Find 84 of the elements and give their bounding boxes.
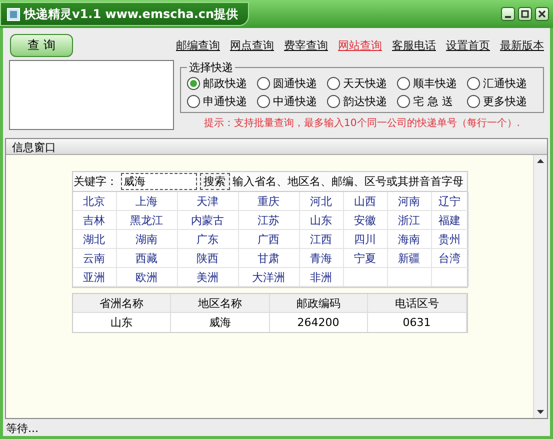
- region-link[interactable]: 欧洲: [116, 268, 178, 287]
- region-link[interactable]: 福建: [432, 211, 468, 230]
- region-link[interactable]: 西藏: [116, 249, 178, 268]
- minimize-button[interactable]: [501, 7, 515, 21]
- courier-radio[interactable]: 申通快递: [187, 94, 257, 109]
- region-link[interactable]: 宁夏: [344, 249, 388, 268]
- nav-link[interactable]: 网点查询: [230, 38, 274, 52]
- region-link[interactable]: 新疆: [388, 249, 432, 268]
- region-link[interactable]: 陕西: [178, 249, 238, 268]
- query-button[interactable]: 查 询: [10, 34, 73, 56]
- tracking-number-field[interactable]: [9, 60, 174, 130]
- region-link[interactable]: 天津: [178, 192, 238, 211]
- nav-link[interactable]: 客服电话: [392, 38, 436, 52]
- window-title: 快递精灵v1.1 www.emscha.cn提供: [24, 6, 238, 22]
- region-link[interactable]: 山东: [300, 211, 344, 230]
- column-header: 电话区号: [368, 294, 466, 313]
- region-link[interactable]: 湖南: [116, 230, 178, 249]
- region-link[interactable]: 山西: [344, 192, 388, 211]
- region-link[interactable]: 云南: [72, 249, 116, 268]
- region-link[interactable]: 河南: [388, 192, 432, 211]
- nav-link[interactable]: 最新版本: [500, 38, 544, 52]
- region-link[interactable]: 湖北: [72, 230, 116, 249]
- nav-link[interactable]: 设置首页: [446, 38, 490, 52]
- region-link[interactable]: 甘肃: [238, 249, 300, 268]
- hint-text: 提示：支持批量查询，最多输入10个同一公司的快递单号（每行一个）.: [203, 116, 521, 130]
- region-link[interactable]: 河北: [300, 192, 344, 211]
- region-link[interactable]: 台湾: [432, 249, 468, 268]
- region-link[interactable]: 辽宁: [432, 192, 468, 211]
- region-link[interactable]: 海南: [388, 230, 432, 249]
- courier-radio[interactable]: 宅 急 送: [397, 94, 467, 109]
- column-header: 地区名称: [171, 294, 270, 313]
- keyword-label: 关键字：: [74, 174, 118, 189]
- keyword-field[interactable]: 威海: [120, 173, 196, 190]
- table-cell: 威海: [171, 313, 270, 332]
- courier-radio[interactable]: 更多快递: [467, 94, 537, 109]
- region-link[interactable]: 青海: [300, 249, 344, 268]
- column-header: 省洲名称: [72, 294, 171, 313]
- region-link[interactable]: 北京: [72, 192, 116, 211]
- group-title: 选择快递: [188, 60, 234, 75]
- courier-radio[interactable]: 韵达快递: [327, 94, 397, 109]
- status-text: 等待...: [5, 421, 40, 436]
- region-link[interactable]: 内蒙古: [178, 211, 238, 230]
- region-link[interactable]: 贵州: [432, 230, 468, 249]
- courier-radio[interactable]: 中通快递: [257, 94, 327, 109]
- maximize-button[interactable]: [518, 7, 532, 21]
- region-link[interactable]: 安徽: [344, 211, 388, 230]
- app-icon: [7, 8, 20, 20]
- empty-cell: [388, 268, 432, 287]
- region-link[interactable]: 大洋洲: [238, 268, 300, 287]
- table-cell: 山东: [72, 313, 171, 332]
- close-button[interactable]: [535, 7, 549, 21]
- column-header: 邮政编码: [270, 294, 368, 313]
- region-link[interactable]: 非洲: [300, 268, 344, 287]
- nav-link[interactable]: 费宰查询: [284, 38, 328, 52]
- courier-radio[interactable]: 天天快递: [327, 76, 397, 91]
- scroll-up-icon[interactable]: [537, 159, 544, 163]
- table-cell: 0631: [368, 313, 466, 332]
- nav-link[interactable]: 邮编查询: [176, 38, 220, 52]
- search-help-text: 输入省名、地区名、邮编、区号或其拼音首字母: [232, 174, 464, 189]
- region-link[interactable]: 广东: [178, 230, 238, 249]
- region-link[interactable]: 重庆: [238, 192, 300, 211]
- region-link[interactable]: 吉林: [72, 211, 116, 230]
- region-link[interactable]: 亚洲: [72, 268, 116, 287]
- courier-radio[interactable]: 顺丰快递: [397, 76, 467, 91]
- table-cell: 264200: [270, 313, 368, 332]
- region-link[interactable]: 黑龙江: [116, 211, 178, 230]
- courier-radio[interactable]: 邮政快递: [187, 76, 257, 91]
- courier-radio[interactable]: 汇通快递: [467, 76, 537, 91]
- region-link[interactable]: 美洲: [178, 268, 238, 287]
- region-link[interactable]: 江西: [300, 230, 344, 249]
- nav-link[interactable]: 网站查询: [338, 38, 382, 52]
- courier-radio[interactable]: 圆通快递: [257, 76, 327, 91]
- region-link[interactable]: 江苏: [238, 211, 300, 230]
- region-link[interactable]: 上海: [116, 192, 178, 211]
- region-link[interactable]: 四川: [344, 230, 388, 249]
- maximize-icon: [521, 10, 529, 18]
- panel-title: 信息窗口: [6, 139, 547, 155]
- region-link[interactable]: 浙江: [388, 211, 432, 230]
- region-link[interactable]: 广西: [238, 230, 300, 249]
- empty-cell: [344, 268, 388, 287]
- close-icon: [538, 10, 546, 18]
- empty-cell: [432, 268, 468, 287]
- scroll-down-icon[interactable]: [537, 410, 544, 414]
- search-button[interactable]: 搜索: [200, 173, 230, 190]
